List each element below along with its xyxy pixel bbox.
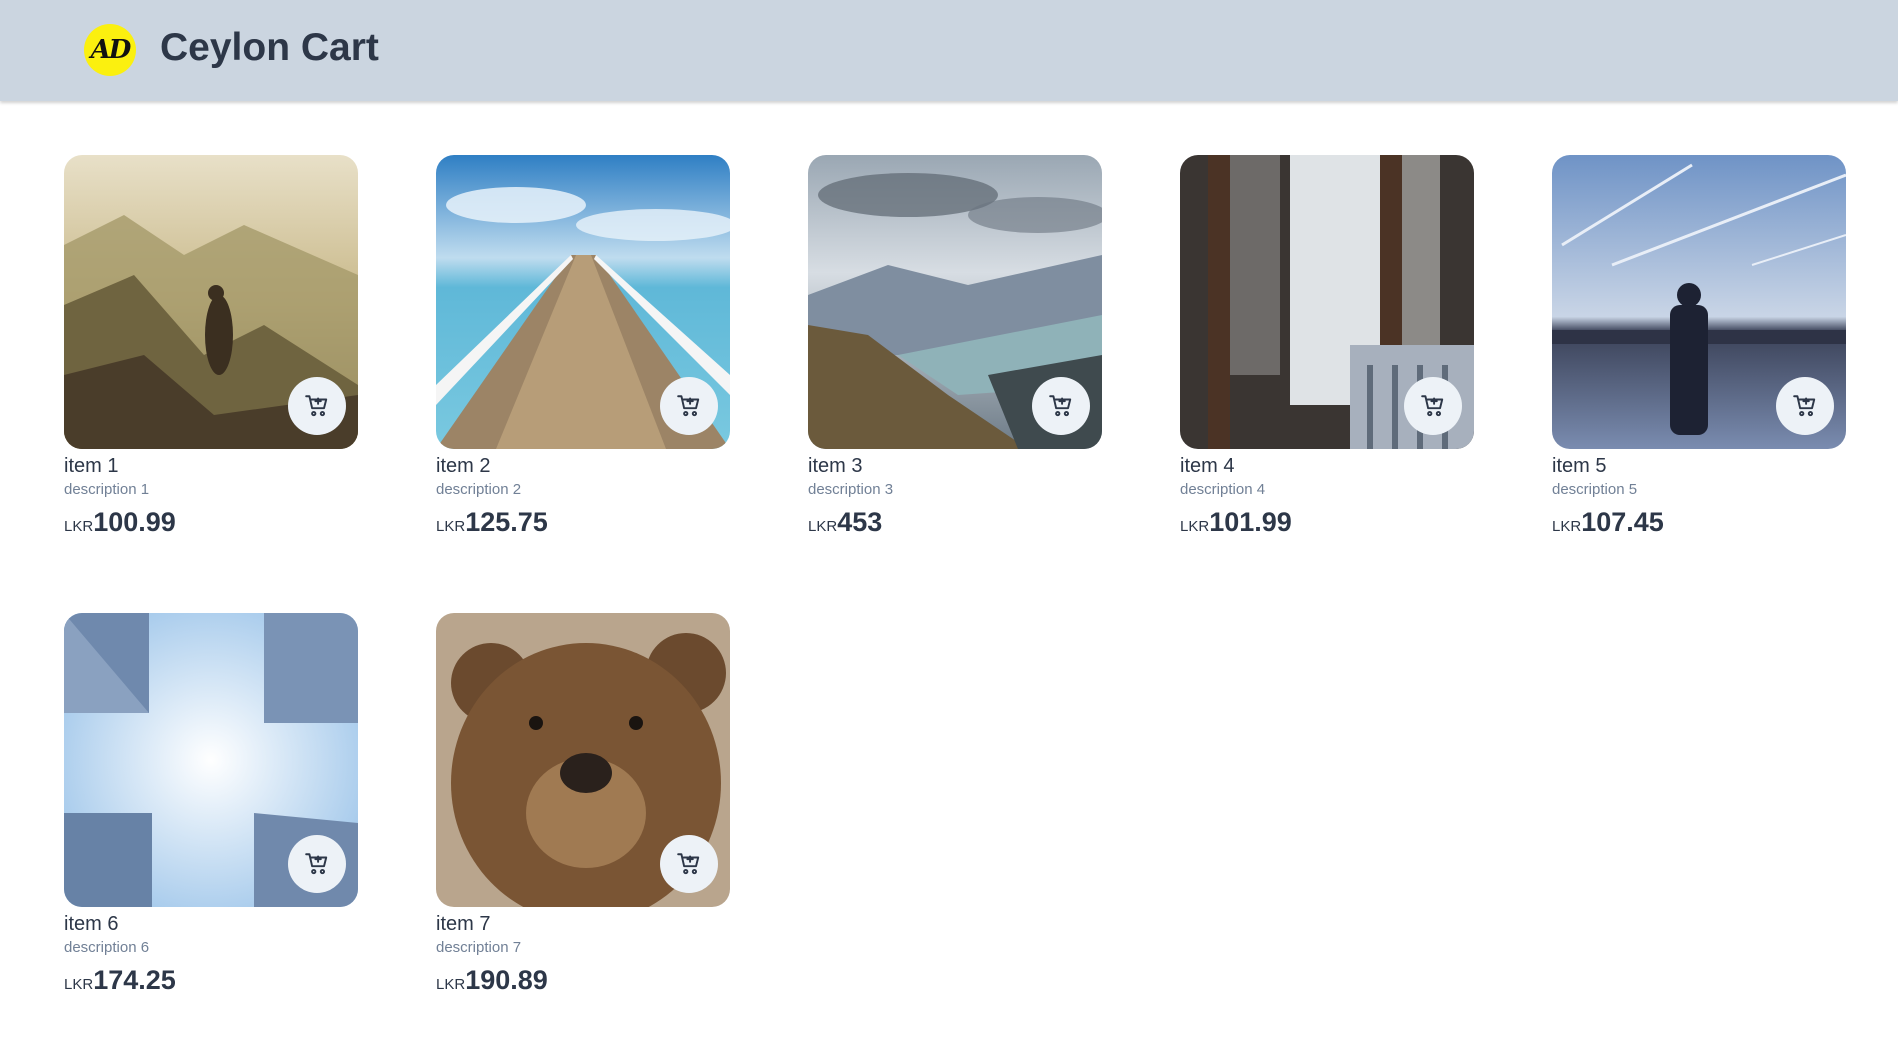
add-to-cart-button[interactable] (288, 377, 346, 435)
add-to-cart-icon (677, 853, 700, 875)
product-image-hiker[interactable] (64, 155, 358, 449)
product-image-buildings[interactable] (64, 613, 358, 907)
product-price: LKR101.99 (1180, 505, 1474, 544)
price-currency: LKR (436, 518, 466, 535)
price-amount: 174.25 (93, 965, 176, 995)
product-price: LKR190.89 (436, 963, 730, 1002)
add-to-cart-icon (1421, 395, 1444, 417)
add-to-cart-icon (305, 395, 328, 417)
price-amount: 190.89 (465, 965, 548, 995)
add-to-cart-button[interactable] (1032, 377, 1090, 435)
product-description: description 5 (1552, 481, 1638, 498)
product-card[interactable]: item 6 description 6 LKR174.25 (64, 613, 358, 1002)
logo[interactable]: AD (84, 24, 136, 76)
add-to-cart-icon (1793, 395, 1816, 417)
product-name: item 5 (1552, 455, 1607, 477)
add-to-cart-icon (677, 395, 700, 417)
product-card[interactable]: item 5 description 5 LKR107.45 (1552, 155, 1846, 544)
add-to-cart-icon (305, 853, 328, 875)
price-currency: LKR (808, 518, 838, 535)
product-card[interactable]: item 7 description 7 LKR190.89 (436, 613, 730, 1002)
price-currency: LKR (436, 976, 466, 993)
product-price: LKR107.45 (1552, 505, 1846, 544)
product-image-window[interactable] (1180, 155, 1474, 449)
product-name: item 6 (64, 913, 119, 935)
price-currency: LKR (64, 518, 94, 535)
product-card[interactable]: item 4 description 4 LKR101.99 (1180, 155, 1474, 544)
product-description: description 1 (64, 481, 150, 498)
product-image-bear[interactable] (436, 613, 730, 907)
app-header: AD Ceylon Cart (0, 0, 1898, 101)
price-currency: LKR (1180, 518, 1210, 535)
product-description: description 7 (436, 939, 522, 956)
product-card[interactable]: item 2 description 2 LKR125.75 (436, 155, 730, 544)
product-price: LKR453 (808, 505, 1102, 544)
product-name: item 4 (1180, 455, 1235, 477)
product-image-valley[interactable] (808, 155, 1102, 449)
product-name: item 2 (436, 455, 491, 477)
add-to-cart-button[interactable] (660, 835, 718, 893)
add-to-cart-button[interactable] (1776, 377, 1834, 435)
product-price: LKR174.25 (64, 963, 358, 1002)
price-currency: LKR (1552, 518, 1582, 535)
price-amount: 100.99 (93, 507, 176, 537)
product-card[interactable]: item 3 description 3 LKR453 (808, 155, 1102, 544)
product-description: description 4 (1180, 481, 1266, 498)
add-to-cart-icon (1049, 395, 1072, 417)
price-currency: LKR (64, 976, 94, 993)
product-name: item 1 (64, 455, 119, 477)
price-amount: 125.75 (465, 507, 548, 537)
price-amount: 107.45 (1581, 507, 1664, 537)
product-image-pier[interactable] (436, 155, 730, 449)
product-image-lake-man[interactable] (1552, 155, 1846, 449)
price-amount: 101.99 (1209, 507, 1292, 537)
price-amount: 453 (837, 507, 883, 537)
product-description: description 6 (64, 939, 150, 956)
product-card[interactable]: item 1 description 1 LKR100.99 (64, 155, 358, 544)
product-price: LKR125.75 (436, 505, 730, 544)
product-description: description 2 (436, 481, 522, 498)
product-name: item 7 (436, 913, 491, 935)
product-description: description 3 (808, 481, 894, 498)
add-to-cart-button[interactable] (1404, 377, 1462, 435)
add-to-cart-button[interactable] (660, 377, 718, 435)
product-name: item 3 (808, 455, 863, 477)
add-to-cart-button[interactable] (288, 835, 346, 893)
product-grid: item 1 description 1 LKR100.99 item 2 de… (0, 0, 1898, 1055)
product-price: LKR100.99 (64, 505, 358, 544)
brand-title[interactable]: Ceylon Cart (160, 26, 379, 70)
